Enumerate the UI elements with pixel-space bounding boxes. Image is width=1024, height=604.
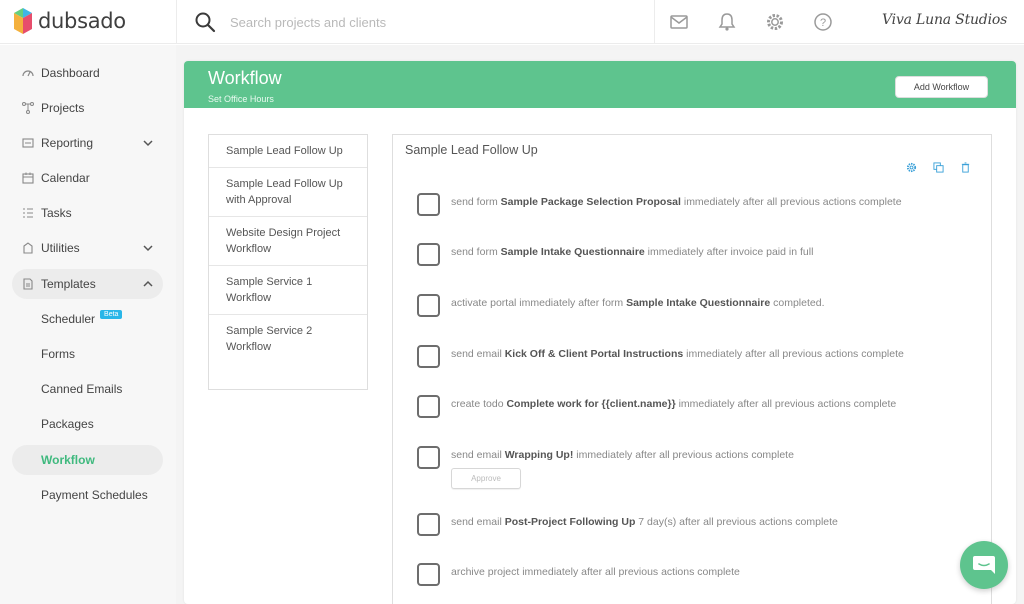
- templates-icon: [23, 278, 33, 290]
- action-text: create todo Complete work for {{client.n…: [451, 398, 897, 410]
- sidebar-item-templates[interactable]: Templates: [12, 269, 163, 299]
- workflow-list-item[interactable]: Sample Lead Follow Up: [209, 135, 367, 168]
- chevron-down-icon[interactable]: [143, 138, 153, 148]
- chevron-down-icon[interactable]: [143, 243, 153, 253]
- sidebar-item-label: Projects: [41, 101, 85, 115]
- top-header: dubsado ? Viva Luna Studios: [0, 0, 1024, 44]
- duplicate-icon[interactable]: [933, 162, 944, 173]
- set-office-hours-link[interactable]: Set Office Hours: [208, 94, 274, 104]
- workflow-list-item[interactable]: Sample Service 1 Workflow: [209, 266, 367, 315]
- sidebar-item-calendar[interactable]: Calendar: [12, 163, 163, 193]
- divider: [176, 0, 177, 44]
- settings-icon[interactable]: [906, 162, 917, 173]
- action-text: send form Sample Package Selection Propo…: [451, 196, 902, 208]
- sidebar-item-label: Templates: [41, 277, 96, 291]
- tasks-icon: [23, 208, 33, 218]
- projects-icon: [22, 102, 34, 114]
- app-logo[interactable]: dubsado: [14, 6, 126, 36]
- chevron-up-icon[interactable]: [143, 279, 153, 289]
- sidebar-item-label: Calendar: [41, 171, 90, 185]
- sidebar-item-label: Packages: [41, 417, 94, 431]
- chat-icon: [973, 556, 995, 574]
- action-text: send email Kick Off & Client Portal Inst…: [451, 348, 904, 360]
- sidebar-item-label: Reporting: [41, 136, 94, 150]
- sidebar-item-tasks[interactable]: Tasks: [12, 198, 163, 228]
- action-checkbox[interactable]: [417, 446, 440, 469]
- sidebar-subitem-forms[interactable]: Forms: [12, 339, 163, 369]
- help-icon[interactable]: ?: [813, 12, 833, 32]
- sidebar-item-label: Payment Schedules: [41, 488, 148, 502]
- sidebar-item-dashboard[interactable]: Dashboard: [12, 58, 163, 88]
- search-icon[interactable]: [194, 11, 216, 33]
- divider: [654, 0, 655, 44]
- gear-icon[interactable]: [765, 12, 785, 32]
- workflow-list-item[interactable]: Sample Lead Follow Up with Approval: [209, 168, 367, 217]
- sidebar-item-projects[interactable]: Projects: [12, 93, 163, 123]
- action-text: send email Post-Project Following Up 7 d…: [451, 516, 838, 528]
- bell-icon[interactable]: [717, 12, 737, 32]
- sidebar-subitem-scheduler[interactable]: Scheduler Beta: [12, 304, 163, 334]
- workflow-list-item[interactable]: Website Design Project Workflow: [209, 217, 367, 266]
- sidebar-subitem-payment-schedules[interactable]: Payment Schedules: [12, 480, 163, 510]
- search-input[interactable]: [230, 10, 630, 34]
- mail-icon[interactable]: [669, 12, 689, 32]
- sidebar-item-reporting[interactable]: Reporting: [12, 128, 163, 158]
- action-checkbox[interactable]: [417, 395, 440, 418]
- action-text: send form Sample Intake Questionnaire im…: [451, 246, 814, 258]
- workflow-detail-panel: Sample Lead Follow Up send form Sample P…: [392, 134, 992, 604]
- action-checkbox[interactable]: [417, 193, 440, 216]
- action-checkbox[interactable]: [417, 294, 440, 317]
- action-checkbox[interactable]: [417, 345, 440, 368]
- sidebar-subitem-packages[interactable]: Packages: [12, 409, 163, 439]
- action-checkbox[interactable]: [417, 513, 440, 536]
- dashboard-icon: [22, 70, 34, 77]
- sidebar-item-utilities[interactable]: Utilities: [12, 233, 163, 263]
- approve-button[interactable]: Approve: [451, 468, 521, 489]
- workflow-detail-title: Sample Lead Follow Up: [405, 143, 538, 157]
- workflow-list: Sample Lead Follow Up Sample Lead Follow…: [208, 134, 368, 390]
- page-title: Workflow: [208, 68, 282, 88]
- sidebar-subitem-workflow[interactable]: Workflow: [12, 445, 163, 475]
- app-name: dubsado: [38, 9, 126, 33]
- beta-badge: Beta: [100, 309, 123, 319]
- sidebar-item-label: Forms: [41, 347, 75, 361]
- sidebar-item-label: Scheduler: [41, 312, 96, 326]
- reporting-icon: [22, 138, 34, 148]
- utilities-icon: [23, 242, 33, 254]
- dubsado-logo-icon: [14, 8, 32, 34]
- calendar-icon: [22, 172, 34, 184]
- action-checkbox[interactable]: [417, 243, 440, 266]
- action-checkbox[interactable]: [417, 563, 440, 586]
- workflow-list-item[interactable]: Sample Service 2 Workflow: [209, 315, 367, 363]
- sidebar-subitem-canned-emails[interactable]: Canned Emails: [12, 374, 163, 404]
- action-text: send email Wrapping Up! immediately afte…: [451, 449, 794, 461]
- sidebar-item-label: Canned Emails: [41, 382, 123, 396]
- sidebar-item-label: Workflow: [41, 453, 95, 467]
- sidebar-item-label: Tasks: [41, 206, 72, 220]
- page-banner: Workflow Set Office Hours Add Workflow: [184, 61, 1016, 108]
- sidebar: Dashboard Projects Reporting Calendar Ta…: [0, 45, 176, 604]
- sidebar-item-label: Utilities: [41, 241, 80, 255]
- chat-launcher-button[interactable]: [960, 541, 1008, 589]
- svg-text:?: ?: [820, 17, 826, 29]
- studio-name[interactable]: Viva Luna Studios: [882, 12, 1007, 28]
- action-text: activate portal immediately after form S…: [451, 297, 825, 309]
- trash-icon[interactable]: [960, 162, 971, 173]
- action-text: archive project immediately after all pr…: [451, 566, 740, 578]
- add-workflow-button[interactable]: Add Workflow: [895, 76, 988, 98]
- sidebar-item-label: Dashboard: [41, 66, 100, 80]
